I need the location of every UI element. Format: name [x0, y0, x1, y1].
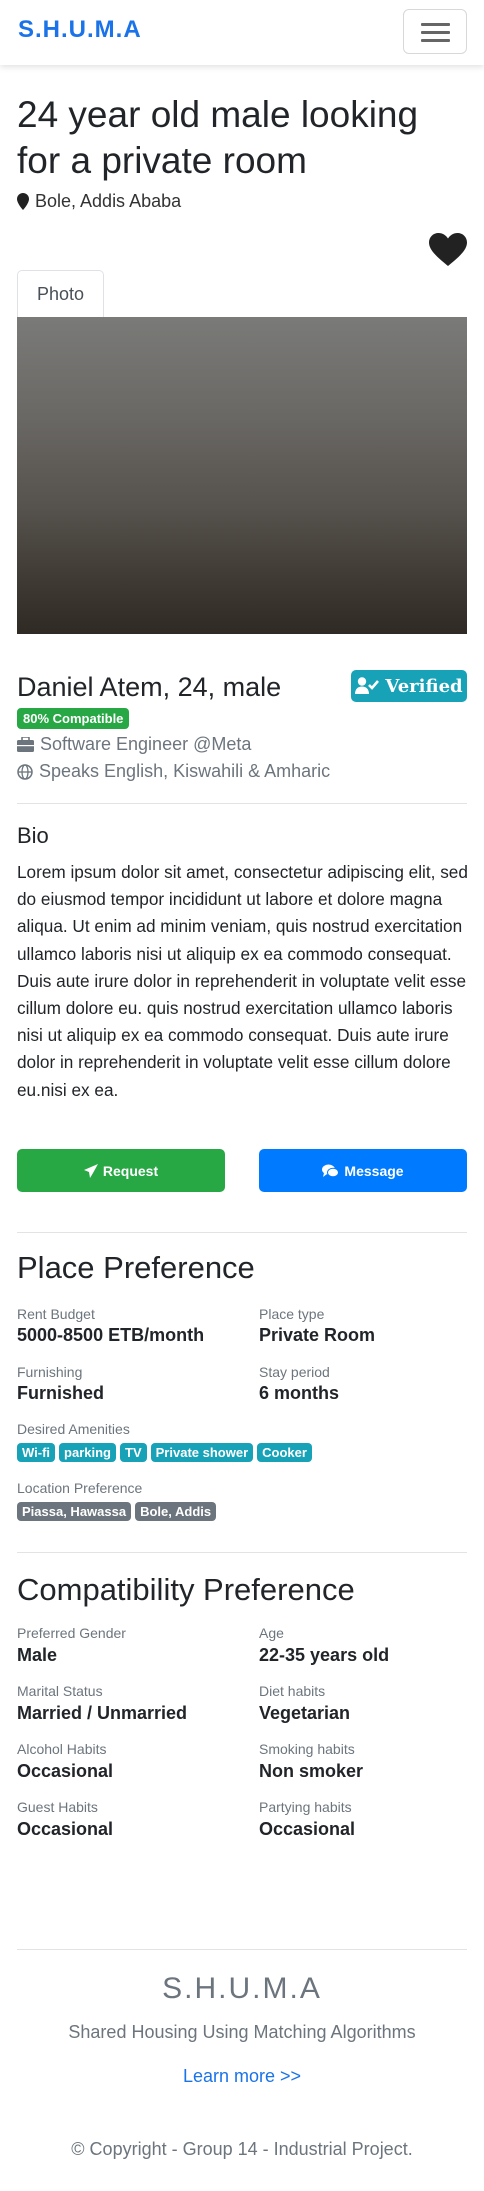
age-label: Age: [259, 1625, 284, 1641]
stay-period-label: Stay period: [259, 1364, 330, 1380]
paper-plane-icon: [83, 1163, 98, 1178]
amenity-badge: Cooker: [257, 1443, 312, 1462]
message-label: Message: [344, 1162, 404, 1179]
gender-label: Preferred Gender: [17, 1625, 126, 1641]
user-check-icon: [355, 677, 380, 694]
message-button[interactable]: Message: [259, 1149, 467, 1192]
diet-label: Diet habits: [259, 1683, 326, 1699]
location-badge: Piassa, Hawassa: [17, 1502, 132, 1521]
location: Bole, Addis Ababa: [17, 191, 181, 212]
alcohol-label: Alcohol Habits: [17, 1741, 107, 1757]
request-label: Request: [102, 1162, 159, 1179]
smoking-label: Smoking habits: [259, 1741, 355, 1757]
divider: [17, 1232, 467, 1233]
briefcase-icon: [17, 737, 34, 752]
bio-heading: Bio: [17, 823, 49, 848]
rent-budget-value: 5000-8500 ETB/month: [17, 1325, 205, 1345]
amenities-label: Desired Amenities: [17, 1421, 130, 1437]
rent-budget-label: Rent Budget: [17, 1306, 95, 1322]
footer-tagline: Shared Housing Using Matching Algorithms: [68, 2022, 416, 2042]
marital-status-label: Marital Status: [17, 1683, 103, 1699]
request-button[interactable]: Request: [17, 1149, 225, 1192]
amenity-badge: Wi-fi: [17, 1443, 56, 1462]
footer-brand: S.H.U.M.A: [162, 1972, 322, 2005]
compatibility-preference-heading: Compatibility Preference: [17, 1572, 355, 1607]
navbar: S.H.U.M.A: [0, 0, 484, 65]
listing-photo: [17, 317, 467, 634]
diet-value: Vegetarian: [259, 1703, 351, 1723]
guest-value: Occasional: [17, 1819, 114, 1839]
map-marker-icon: [17, 193, 29, 210]
languages-line: Speaks English, Kiswahili & Amharic: [17, 761, 330, 782]
hamburger-line: [421, 39, 450, 42]
verified-label: Verified: [385, 675, 463, 697]
languages-text: Speaks English, Kiswahili & Amharic: [39, 761, 331, 781]
place-type-label: Place type: [259, 1306, 325, 1322]
compatibility-badge: 80% Compatible: [17, 708, 130, 729]
furnishing-label: Furnishing: [17, 1364, 83, 1380]
comments-icon: [322, 1164, 340, 1177]
divider: [17, 803, 467, 804]
footer-divider: [17, 1949, 467, 1950]
verified-badge: Verified: [351, 670, 467, 702]
gender-value: Male: [17, 1645, 58, 1665]
favorite-button[interactable]: [429, 233, 467, 272]
tab-photo[interactable]: Photo: [17, 270, 104, 318]
page-title: 24 year old male looking for a private r…: [17, 94, 419, 181]
amenity-badge: TV: [120, 1443, 147, 1462]
location-badge: Bole, Addis: [135, 1502, 217, 1521]
divider: [17, 1552, 467, 1553]
job-line: Software Engineer @Meta: [17, 734, 251, 755]
hamburger-line: [421, 31, 450, 34]
heart-icon: [429, 233, 467, 266]
amenities-list: Wi-fi parking TV Private shower Cooker: [17, 1443, 312, 1462]
partying-value: Occasional: [259, 1819, 356, 1839]
place-type-value: Private Room: [259, 1325, 376, 1345]
guest-label: Guest Habits: [17, 1799, 98, 1815]
location-preference-label: Location Preference: [17, 1480, 143, 1496]
smoking-value: Non smoker: [259, 1761, 364, 1781]
profile-name: Daniel Atem, 24, male: [17, 672, 282, 702]
age-value: 22-35 years old: [259, 1645, 390, 1665]
alcohol-value: Occasional: [17, 1761, 114, 1781]
brand-link[interactable]: S.H.U.M.A: [18, 16, 142, 44]
hamburger-menu-icon: [421, 23, 450, 26]
globe-icon: [17, 763, 33, 780]
copyright: © Copyright - Group 14 - Industrial Proj…: [71, 2139, 413, 2159]
amenity-badge: Private shower: [150, 1443, 254, 1462]
location-preference-list: Piassa, Hawassa Bole, Addis: [17, 1502, 217, 1521]
job-text: Software Engineer @Meta: [40, 734, 252, 754]
partying-label: Partying habits: [259, 1799, 352, 1815]
hamburger-menu-button[interactable]: [403, 9, 467, 54]
place-preference-heading: Place Preference: [17, 1250, 255, 1285]
stay-period-value: 6 months: [259, 1383, 340, 1403]
furnishing-value: Furnished: [17, 1383, 105, 1403]
amenity-badge: parking: [59, 1443, 117, 1462]
marital-status-value: Married / Unmarried: [17, 1703, 188, 1723]
bio-text: Lorem ipsum dolor sit amet, consectetur …: [17, 862, 468, 1100]
learn-more-link[interactable]: Learn more >>: [0, 2066, 484, 2087]
location-text: Bole, Addis Ababa: [35, 191, 182, 211]
